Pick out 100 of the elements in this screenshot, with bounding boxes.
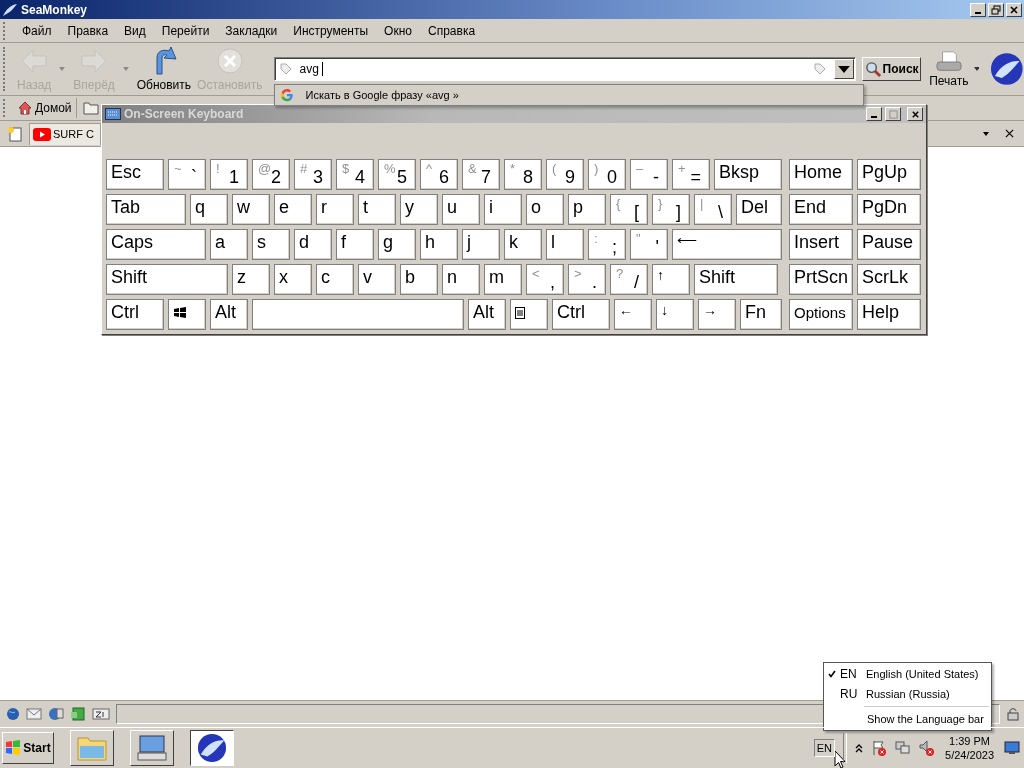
menu-item[interactable]: Show the Language bar <box>824 709 991 729</box>
chevron-up-icon[interactable] <box>855 743 864 753</box>
speaker-icon[interactable] <box>919 740 936 756</box>
keyboard-key[interactable]: Options <box>789 299 853 330</box>
keyboard-key[interactable]: ← <box>614 299 652 330</box>
keyboard-key[interactable]: f <box>336 229 374 260</box>
print-button[interactable]: Печать <box>929 50 969 88</box>
keyboard-key[interactable]: ^ 6 <box>420 159 458 190</box>
network-icon[interactable] <box>895 740 912 756</box>
menu-item[interactable]: Вид <box>116 20 154 41</box>
keyboard-key[interactable]: c <box>316 264 354 295</box>
keyboard-key[interactable]: $ 4 <box>336 159 374 190</box>
keyboard-key[interactable]: → <box>698 299 736 330</box>
address-book-icon[interactable] <box>70 707 86 721</box>
suggestion-item[interactable]: Искать в Google фразу «avg » <box>273 84 864 106</box>
close-button[interactable] <box>1006 2 1022 17</box>
keyboard-key[interactable]: r <box>316 194 354 225</box>
keyboard-key[interactable]: g <box>378 229 416 260</box>
keyboard-key[interactable]: Pause <box>857 229 921 260</box>
menu-item[interactable]: Справка <box>420 20 484 41</box>
keyboard-key[interactable]: a <box>210 229 248 260</box>
keyboard-key[interactable]: Caps <box>106 229 206 260</box>
maximize-button[interactable] <box>885 107 901 121</box>
keyboard-key[interactable]: Fn <box>740 299 782 330</box>
taskbar-button[interactable] <box>190 730 234 766</box>
keyboard-key[interactable] <box>510 299 548 330</box>
close-button[interactable] <box>907 107 923 121</box>
start-button[interactable]: Start <box>2 732 54 764</box>
dropdown-button[interactable] <box>833 59 854 79</box>
menu-item[interactable]: Окно <box>376 20 420 41</box>
keyboard-key[interactable]: e <box>274 194 312 225</box>
keyboard-key[interactable]: ! 1 <box>210 159 248 190</box>
keyboard-key[interactable]: ? / <box>610 264 648 295</box>
keyboard-key[interactable]: ( 9 <box>546 159 584 190</box>
keyboard-key[interactable]: v <box>358 264 396 295</box>
dropdown-arrow-icon[interactable] <box>983 131 989 136</box>
keyboard-key[interactable]: Ctrl <box>552 299 610 330</box>
keyboard-key[interactable]: Home <box>789 159 853 190</box>
keyboard-key[interactable]: + = <box>672 159 710 190</box>
menu-item[interactable]: Инструменты <box>285 20 377 41</box>
keyboard-key[interactable]: Alt <box>210 299 248 330</box>
keyboard-key[interactable]: ↓ <box>656 299 694 330</box>
keyboard-key[interactable]: Del <box>736 194 782 225</box>
keyboard-key[interactable]: Help <box>857 299 921 330</box>
bookmark-button[interactable]: Домой <box>14 98 77 118</box>
menu-item[interactable]: Закладки <box>217 20 286 41</box>
keyboard-key[interactable]: Alt <box>468 299 506 330</box>
keyboard-key[interactable]: End <box>789 194 853 225</box>
keyboard-key[interactable]: ↑ <box>652 264 690 295</box>
keyboard-key[interactable] <box>168 299 206 330</box>
keyboard-key[interactable]: Shift <box>694 264 778 295</box>
keyboard-key[interactable]: ScrLk <box>857 264 921 295</box>
keyboard-key[interactable]: y <box>400 194 438 225</box>
keyboard-key[interactable]: t <box>358 194 396 225</box>
keyboard-key[interactable]: – - <box>630 159 668 190</box>
url-field[interactable]: avg <box>273 57 856 81</box>
keyboard-key[interactable]: x <box>274 264 312 295</box>
minimize-button[interactable] <box>970 2 986 17</box>
close-icon[interactable] <box>1005 129 1014 138</box>
keyboard-key[interactable]: Esc <box>106 159 164 190</box>
keyboard-key[interactable]: Shift <box>106 264 228 295</box>
globe-icon[interactable] <box>6 707 20 721</box>
keyboard-key[interactable]: h <box>420 229 458 260</box>
keyboard-key[interactable]: | \ <box>694 194 732 225</box>
keyboard-key[interactable]: > . <box>568 264 606 295</box>
search-button[interactable]: Поиск <box>861 57 922 81</box>
menu-item[interactable]: Файл <box>14 20 60 41</box>
dropdown-arrow-icon[interactable] <box>973 67 980 71</box>
keyboard-key[interactable]: } ] <box>652 194 690 225</box>
chat-icon[interactable] <box>92 707 110 721</box>
keyboard-key[interactable]: Insert <box>789 229 853 260</box>
keyboard-key[interactable]: z <box>232 264 270 295</box>
flag-icon[interactable] <box>871 740 888 756</box>
keyboard-key[interactable]: # 3 <box>294 159 332 190</box>
show-desktop-icon[interactable] <box>1004 740 1020 756</box>
minimize-button[interactable] <box>866 107 882 121</box>
menu-item[interactable]: Правка <box>59 20 117 41</box>
keyboard-key[interactable]: n <box>442 264 480 295</box>
menu-item[interactable]: Перейти <box>153 20 218 41</box>
language-button[interactable]: EN <box>813 739 836 757</box>
keyboard-key[interactable]: " ' <box>630 229 668 260</box>
keyboard-key[interactable]: ) 0 <box>588 159 626 190</box>
keyboard-key[interactable]: %5 <box>378 159 416 190</box>
keyboard-key[interactable]: d <box>294 229 332 260</box>
browser-tab[interactable]: SURF C <box>29 122 101 145</box>
keyboard-key[interactable]: & 7 <box>462 159 500 190</box>
keyboard-key[interactable]: p <box>568 194 606 225</box>
mail-icon[interactable] <box>26 708 42 720</box>
keyboard-key[interactable]: PgDn <box>857 194 921 225</box>
keyboard-key[interactable]: i <box>484 194 522 225</box>
keyboard-key[interactable]: { [ <box>610 194 648 225</box>
keyboard-key[interactable]: o <box>526 194 564 225</box>
keyboard-key[interactable]: @2 <box>252 159 290 190</box>
keyboard-key[interactable]: ⟵ <box>672 229 782 260</box>
keyboard-key[interactable]: m <box>484 264 522 295</box>
keyboard-key[interactable]: Tab <box>106 194 186 225</box>
keyboard-key[interactable]: q <box>190 194 228 225</box>
keyboard-key[interactable]: Ctrl <box>106 299 164 330</box>
keyboard-key[interactable]: l <box>546 229 584 260</box>
restore-button[interactable] <box>988 2 1004 17</box>
